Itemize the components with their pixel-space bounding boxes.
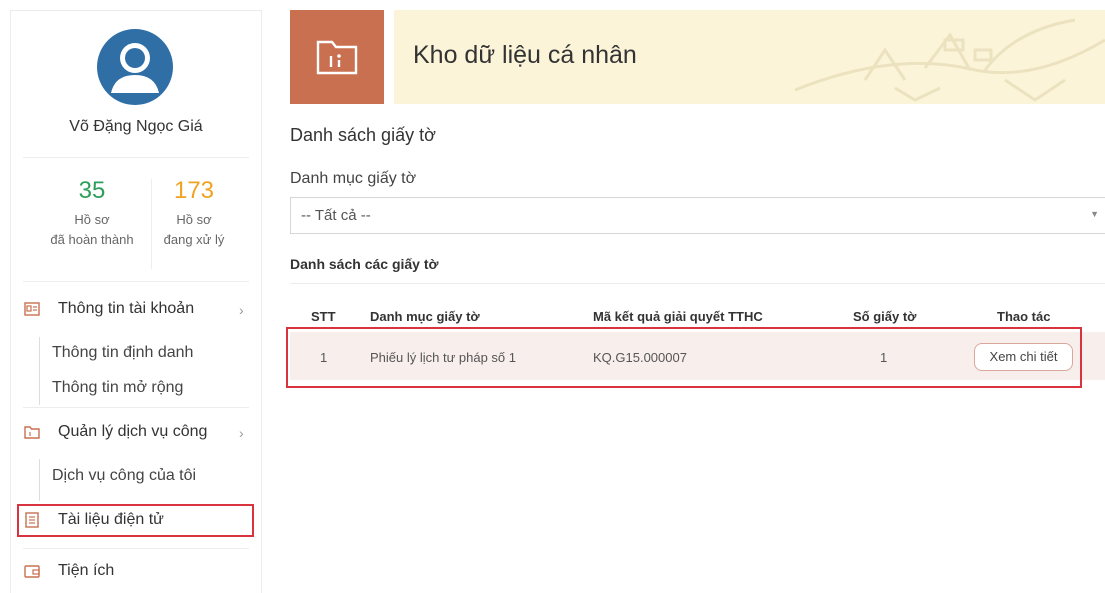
nav-utilities[interactable]: Tiện ích	[24, 562, 114, 580]
user-avatar-icon[interactable]	[97, 29, 173, 105]
user-name: Võ Đặng Ngọc Giá	[69, 118, 203, 135]
stat-processing-label: Hồ sơ đang xử lý	[139, 210, 249, 250]
nav-services[interactable]: Quản lý dịch vụ công	[24, 423, 207, 441]
stat-completed: 35 Hồ sơ đã hoàn thành	[37, 176, 147, 250]
column-header-code: Mã kết quả giải quyết TTHC	[593, 309, 763, 324]
column-header-count: Số giấy tờ	[853, 309, 917, 324]
category-select[interactable]: -- Tất cả -- ▼	[290, 197, 1105, 234]
divider	[23, 548, 249, 549]
caret-down-icon: ▼	[1090, 209, 1099, 219]
row-highlight	[286, 327, 1082, 388]
stat-completed-label: Hồ sơ đã hoàn thành	[37, 210, 147, 250]
divider	[23, 407, 249, 408]
folder-icon	[24, 426, 40, 439]
sidebar: Võ Đặng Ngọc Giá 35 Hồ sơ đã hoàn thành …	[10, 10, 262, 593]
banner-icon-box	[290, 10, 384, 104]
section-title: Danh sách giấy tờ	[290, 125, 436, 145]
stat-completed-value: 35	[78, 177, 106, 204]
filter-label: Danh mục giấy tờ	[290, 170, 417, 187]
id-card-icon	[24, 302, 40, 316]
folder-info-icon	[316, 40, 358, 75]
stat-processing-label-line2: đang xử lý	[163, 232, 225, 247]
nav-item-extended-info[interactable]: Thông tin mở rộng	[52, 379, 183, 397]
nav-services-label: Quản lý dịch vụ công	[58, 423, 208, 440]
list-title: Danh sách các giấy tờ	[290, 256, 439, 272]
bird-pattern-icon	[794, 18, 1105, 102]
column-header-category: Danh mục giấy tờ	[370, 309, 480, 324]
column-header-stt: STT	[311, 309, 336, 324]
wallet-icon	[24, 565, 40, 578]
nav-account[interactable]: Thông tin tài khoản	[24, 300, 194, 318]
stat-processing-value: 173	[173, 177, 215, 204]
nav-account-label: Thông tin tài khoản	[58, 300, 195, 317]
nav-item-identity[interactable]: Thông tin định danh	[52, 344, 193, 362]
page-banner: Kho dữ liệu cá nhân	[394, 10, 1105, 104]
divider	[23, 281, 249, 282]
tree-line	[39, 459, 40, 501]
chevron-right-icon[interactable]: ›	[239, 302, 244, 318]
nav-utilities-label: Tiện ích	[58, 562, 115, 579]
nav-item-my-services[interactable]: Dịch vụ công của tôi	[52, 467, 196, 485]
page-title: Kho dữ liệu cá nhân	[413, 41, 637, 69]
nav-documents[interactable]: Tài liệu điện tử	[24, 511, 164, 529]
tree-line	[39, 337, 40, 405]
stat-completed-label-line1: Hồ sơ	[74, 212, 110, 227]
divider	[23, 157, 249, 158]
document-icon	[25, 512, 39, 528]
stat-completed-label-line2: đã hoàn thành	[50, 232, 134, 247]
stat-processing-label-line1: Hồ sơ	[176, 212, 212, 227]
divider	[290, 283, 1105, 284]
nav-documents-label: Tài liệu điện tử	[58, 511, 164, 528]
chevron-right-icon[interactable]: ›	[239, 425, 244, 441]
column-header-action: Thao tác	[997, 309, 1051, 324]
category-select-value: -- Tất cả --	[301, 207, 371, 224]
stat-processing: 173 Hồ sơ đang xử lý	[139, 176, 249, 250]
